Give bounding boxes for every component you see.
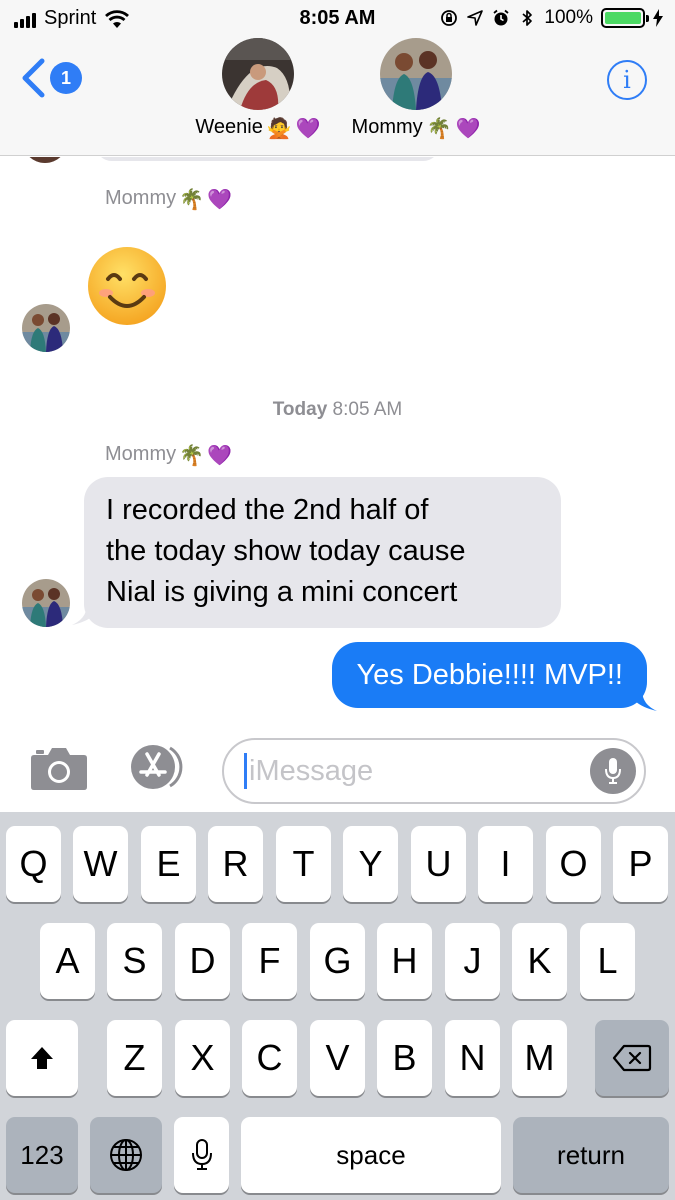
app-store-icon[interactable] [126, 742, 190, 792]
numbers-key[interactable]: 123 [6, 1117, 78, 1193]
key-i[interactable]: I [478, 826, 533, 902]
message-bubble-incoming[interactable] [95, 157, 440, 161]
message-line: I recorded the 2nd half of [106, 494, 429, 526]
text-cursor [244, 753, 247, 789]
back-button[interactable]: 1 [20, 58, 82, 98]
key-g[interactable]: G [310, 923, 365, 999]
message-list[interactable]: Mommy 🌴 💜 Today 8:05 AM Mommy 🌴 💜 I reco… [0, 157, 675, 722]
purple-heart-emoji: 💜 [207, 186, 232, 211]
microphone-icon [191, 1139, 212, 1170]
message-input-field[interactable] [222, 738, 646, 804]
camera-icon[interactable] [30, 743, 88, 791]
smiling-face-emoji[interactable] [86, 245, 168, 327]
delete-key[interactable] [595, 1020, 669, 1096]
key-r[interactable]: R [208, 826, 263, 902]
key-c[interactable]: C [242, 1020, 297, 1096]
key-d[interactable]: D [175, 923, 230, 999]
orientation-lock-icon [441, 10, 458, 26]
key-o[interactable]: O [546, 826, 601, 902]
key-f[interactable]: F [242, 923, 297, 999]
dictation-button[interactable] [590, 748, 636, 794]
timestamp-day: Today [272, 399, 328, 420]
message-input[interactable] [249, 754, 569, 788]
info-button[interactable]: i [607, 60, 647, 100]
contact-weenie[interactable]: Weenie 🙅 💜 [188, 38, 328, 139]
key-s[interactable]: S [107, 923, 162, 999]
key-p[interactable]: P [613, 826, 668, 902]
dictation-key[interactable] [174, 1117, 229, 1193]
avatar [22, 304, 70, 352]
bluetooth-icon [522, 10, 533, 26]
purple-heart-emoji: 💜 [455, 115, 481, 140]
message-bubble-outgoing[interactable]: Yes Debbie!!!! MVP!! [332, 642, 647, 708]
key-j[interactable]: J [445, 923, 500, 999]
message-bubble-incoming[interactable]: I recorded the 2nd half of the today sho… [84, 477, 561, 628]
key-h[interactable]: H [377, 923, 432, 999]
sender-label: Mommy 🌴 💜 [105, 442, 232, 467]
key-x[interactable]: X [175, 1020, 230, 1096]
key-a[interactable]: A [40, 923, 95, 999]
key-y[interactable]: Y [343, 826, 398, 902]
message-line: Nial is giving a mini concert [106, 576, 458, 608]
key-v[interactable]: V [310, 1020, 365, 1096]
key-l[interactable]: L [580, 923, 635, 999]
key-z[interactable]: Z [107, 1020, 162, 1096]
timestamp-time: 8:05 AM [332, 399, 403, 420]
contact-name: Weenie [195, 116, 263, 138]
battery-percent: 100% [544, 7, 593, 28]
key-e[interactable]: E [141, 826, 196, 902]
key-u[interactable]: U [411, 826, 466, 902]
message-line: the today show today cause [106, 535, 466, 567]
key-m[interactable]: M [512, 1020, 567, 1096]
globe-icon [110, 1139, 142, 1171]
contact-mommy[interactable]: Mommy 🌴 💜 [345, 38, 487, 139]
palm-tree-emoji: 🌴 [426, 115, 452, 140]
status-bar: Sprint 8:05 AM 100% [0, 0, 675, 38]
palm-tree-emoji: 🌴 [179, 442, 205, 467]
chevron-left-icon [22, 58, 45, 98]
battery-icon [601, 8, 649, 28]
key-k[interactable]: K [512, 923, 567, 999]
key-b[interactable]: B [377, 1020, 432, 1096]
avatar [222, 38, 294, 110]
shift-key[interactable] [6, 1020, 78, 1096]
palm-tree-emoji: 🌴 [179, 186, 205, 211]
return-key[interactable]: return [513, 1117, 669, 1193]
avatar [380, 38, 452, 110]
key-t[interactable]: T [276, 826, 331, 902]
key-q[interactable]: Q [6, 826, 61, 902]
key-w[interactable]: W [73, 826, 128, 902]
compose-bar [0, 722, 675, 812]
purple-heart-emoji: 💜 [207, 442, 232, 467]
avatar [22, 157, 68, 163]
location-arrow-icon [467, 10, 484, 26]
keyboard: Q W E R T Y U I O P A S D F G H J K L Z … [0, 812, 675, 1200]
charging-bolt-icon [653, 9, 663, 27]
conversation-header: 1 Weenie 🙅 💜 Mommy 🌴 💜 i [0, 38, 675, 156]
avatar [22, 579, 70, 627]
microphone-icon [605, 758, 621, 784]
sender-label: Mommy 🌴 💜 [105, 186, 232, 211]
alarm-icon [493, 9, 509, 26]
key-n[interactable]: N [445, 1020, 500, 1096]
backspace-icon [612, 1044, 652, 1072]
space-key[interactable]: space [241, 1117, 501, 1193]
timestamp: Today 8:05 AM [0, 399, 675, 421]
shift-arrow-icon [31, 1047, 53, 1069]
purple-heart-emoji: 💜 [295, 115, 321, 140]
person-gesturing-no-emoji: 🙅 [266, 115, 292, 140]
unread-count-badge: 1 [50, 62, 82, 94]
globe-key[interactable] [90, 1117, 162, 1193]
contact-name: Mommy [351, 116, 423, 138]
